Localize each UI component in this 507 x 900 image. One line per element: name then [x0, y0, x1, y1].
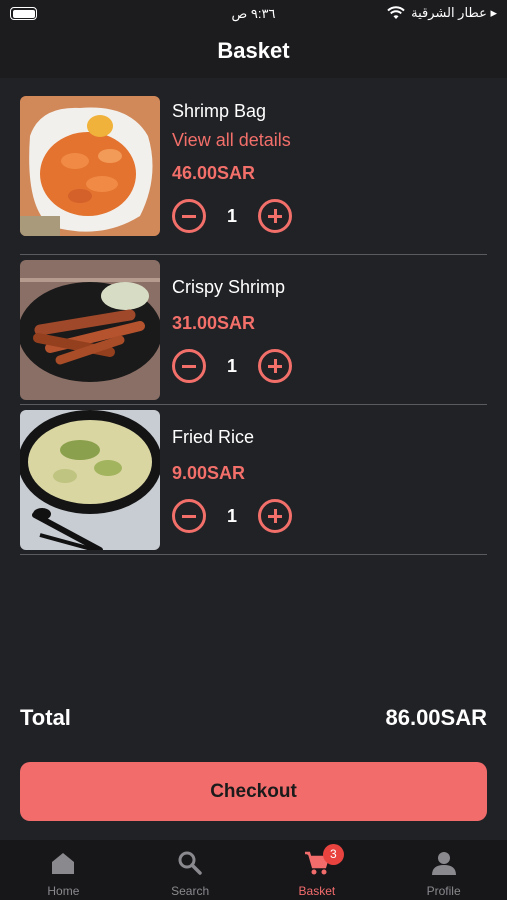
tab-label: Basket: [298, 884, 336, 898]
increase-button[interactable]: [258, 499, 292, 533]
status-right: عطار الشرقية ▸: [387, 5, 497, 21]
tab-search[interactable]: Search: [127, 840, 254, 900]
tab-home[interactable]: Home: [0, 840, 127, 900]
decrease-button[interactable]: [172, 199, 206, 233]
person-icon: [431, 850, 457, 876]
basket-item: Crispy Shrimp 31.00SAR 1: [20, 260, 487, 405]
tab-label: Home: [47, 884, 80, 898]
search-icon: [177, 850, 203, 876]
header: Basket: [0, 28, 507, 78]
status-bar: ٩:٣٦ ص عطار الشرقية ▸: [0, 0, 507, 28]
increase-button[interactable]: [258, 349, 292, 383]
wifi-icon: [387, 6, 405, 19]
cart-count-badge: 3: [322, 844, 344, 865]
item-name: Fried Rice: [172, 427, 255, 447]
page-title: Basket: [217, 38, 290, 63]
decrease-button[interactable]: [172, 499, 206, 533]
shrimp-bag-image: [20, 96, 160, 236]
total-value: 86.00SAR: [385, 705, 487, 730]
quantity-value: 1: [226, 506, 237, 526]
fried-rice-image: [20, 410, 160, 550]
tab-profile[interactable]: Profile: [380, 840, 507, 900]
decrease-button[interactable]: [172, 349, 206, 383]
basket-item: Fried Rice 9.00SAR 1: [20, 410, 487, 555]
tab-bar: Home Search 3 Basket Profile: [0, 840, 507, 900]
tab-basket[interactable]: 3 Basket: [254, 840, 381, 900]
item-price: 46.00SAR: [172, 163, 256, 183]
quantity-value: 1: [226, 356, 237, 376]
quantity-value: 1: [226, 206, 237, 226]
quantity-stepper: 1: [172, 349, 292, 383]
item-name: Shrimp Bag: [172, 101, 267, 121]
home-icon: [50, 850, 76, 876]
view-details-link[interactable]: View all details: [172, 130, 291, 151]
tab-label: Profile: [426, 884, 461, 898]
basket-screen: ٩:٣٦ ص عطار الشرقية ▸ Basket Shrimp Bag …: [0, 0, 507, 900]
increase-button[interactable]: [258, 199, 292, 233]
item-name: Crispy Shrimp: [172, 277, 286, 297]
quantity-stepper: 1: [172, 499, 292, 533]
basket-item: Shrimp Bag View all details 46.00SAR 1: [20, 96, 487, 255]
item-price: 9.00SAR: [172, 463, 246, 483]
total-label: Total: [20, 705, 71, 730]
carrier-label: عطار الشرقية ▸: [411, 5, 497, 20]
quantity-stepper: 1: [172, 199, 292, 233]
tab-label: Search: [171, 884, 210, 898]
crispy-shrimp-image: [20, 260, 160, 400]
item-price: 31.00SAR: [172, 313, 256, 333]
checkout-button[interactable]: Checkout: [20, 762, 487, 821]
